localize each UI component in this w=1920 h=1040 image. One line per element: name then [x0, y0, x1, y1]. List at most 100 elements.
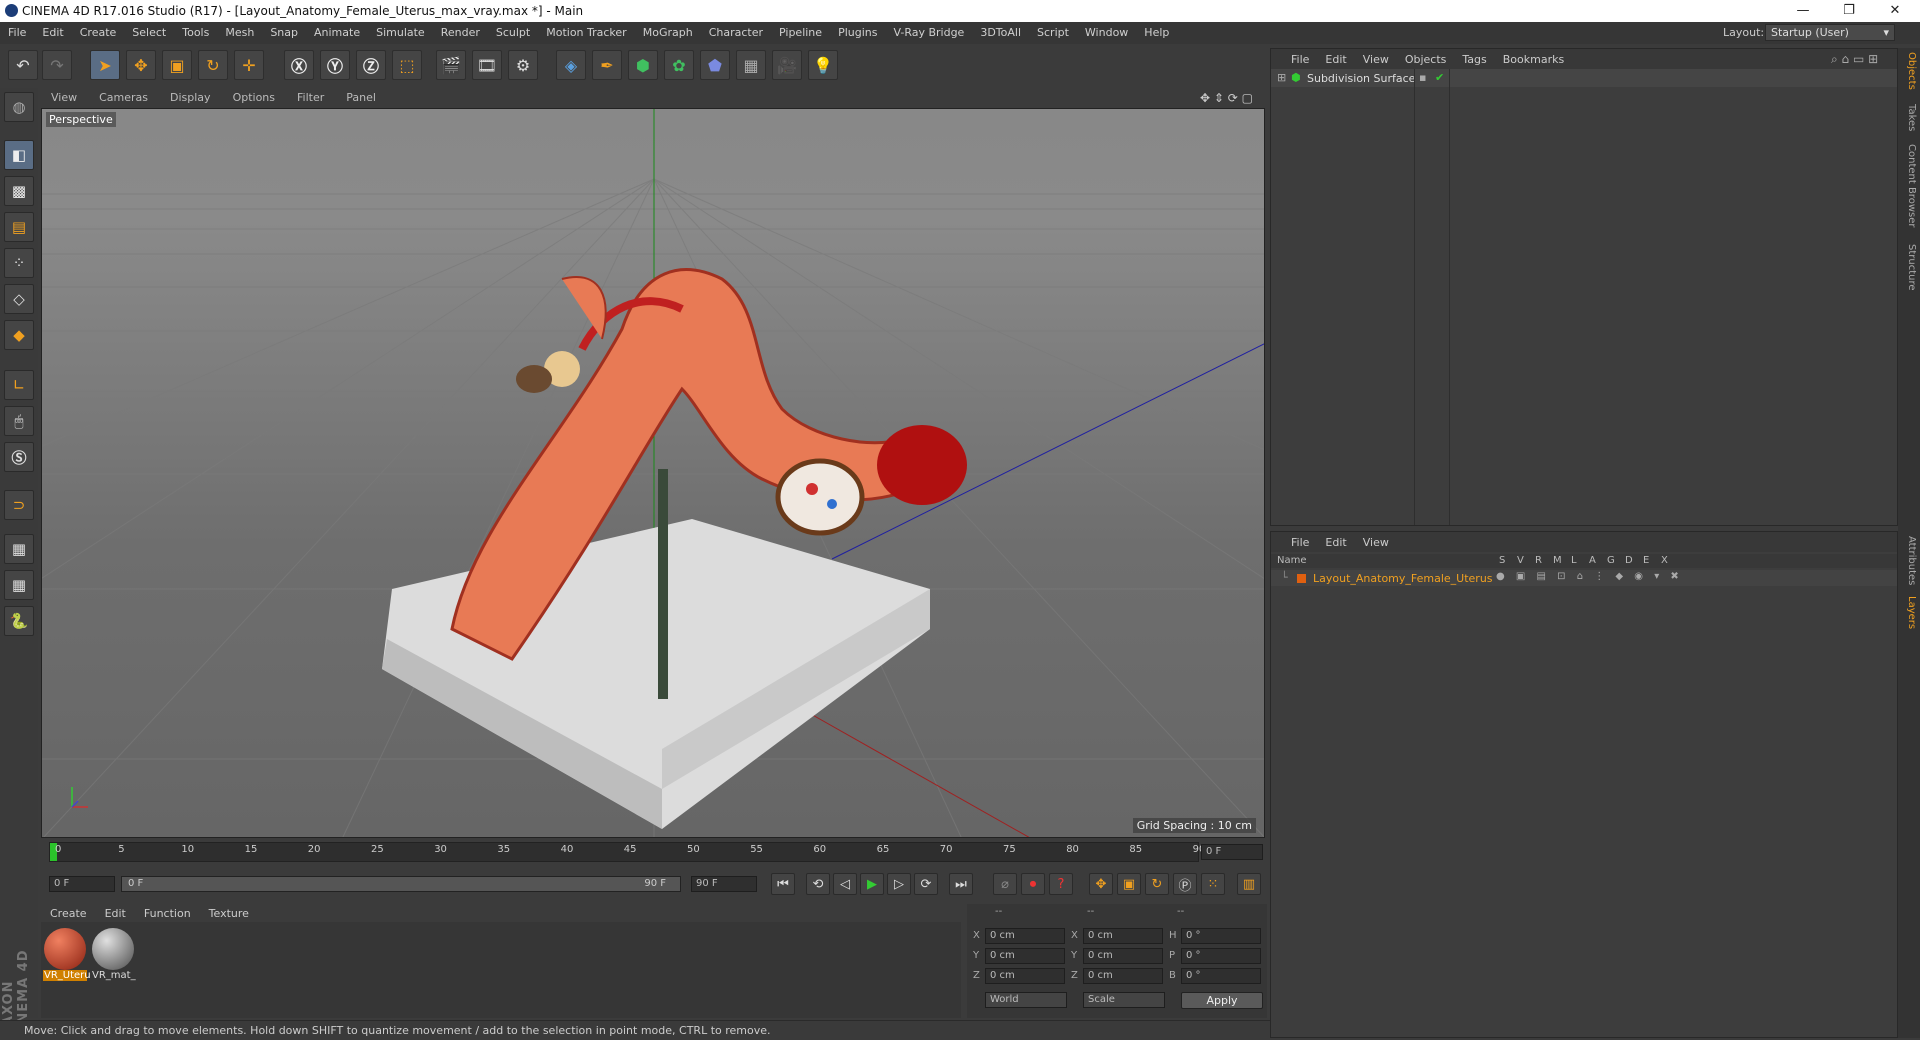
coordinate-space-select[interactable]: World — [985, 992, 1067, 1008]
rotation-p-field[interactable]: 0 ° — [1181, 948, 1261, 964]
layer-flag-header[interactable]: R — [1535, 555, 1542, 566]
apply-button[interactable]: Apply — [1181, 992, 1263, 1009]
rotate-tool-button[interactable]: ↻ — [198, 50, 228, 80]
live-selection-button[interactable]: ✛ — [234, 50, 264, 80]
menu-animate[interactable]: Animate — [306, 22, 368, 44]
undo-button[interactable]: ↶ — [8, 50, 38, 80]
key-parameter-button[interactable]: Ⓟ — [1173, 873, 1197, 895]
menu-script[interactable]: Script — [1029, 22, 1077, 44]
scale-tool-button[interactable]: ▣ — [162, 50, 192, 80]
autokey-button[interactable]: ? — [1049, 873, 1073, 895]
previous-key-button[interactable]: ⟲ — [806, 873, 830, 895]
menu-select[interactable]: Select — [124, 22, 174, 44]
lock-workplane-button[interactable]: ▦ — [4, 534, 34, 564]
rotation-b-field[interactable]: 0 ° — [1181, 968, 1261, 984]
y-axis-lock-button[interactable]: Ⓨ — [320, 50, 350, 80]
viewport-nav-icons[interactable]: ✥ ⇕ ⟳ ▢ — [1200, 91, 1253, 105]
record-button[interactable]: ⏺ — [1021, 873, 1045, 895]
viewport-menu-cameras[interactable]: Cameras — [88, 88, 159, 104]
menu-plugins[interactable]: Plugins — [830, 22, 885, 44]
menu-3dtoall[interactable]: 3DToAll — [972, 22, 1029, 44]
size-x-field[interactable]: 0 cm — [1083, 928, 1163, 944]
magnet-button[interactable]: ⊃ — [4, 490, 34, 520]
workplane-mode-button[interactable]: ▤ — [4, 212, 34, 242]
redo-button[interactable]: ↷ — [42, 50, 72, 80]
layer-color-swatch[interactable] — [1297, 574, 1306, 583]
object-enabled-check-icon[interactable]: ✔ — [1435, 71, 1444, 84]
current-frame-field[interactable]: 0 F — [1201, 844, 1263, 860]
objects-menu-edit[interactable]: Edit — [1317, 49, 1354, 66]
menu-file[interactable]: File — [0, 22, 34, 44]
layer-flag-header[interactable]: S — [1499, 555, 1505, 566]
polygons-mode-button[interactable]: ◆ — [4, 320, 34, 350]
expand-icon[interactable]: ⊞ — [1277, 71, 1286, 84]
tab-attributes[interactable]: Attributes — [1901, 536, 1917, 585]
layers-menu-file[interactable]: File — [1271, 532, 1317, 549]
material-uterus[interactable]: VR_Uteru — [43, 928, 91, 984]
close-button[interactable]: ✕ — [1872, 0, 1918, 22]
material-menu-create[interactable]: Create — [41, 904, 96, 920]
layers-menu-edit[interactable]: Edit — [1317, 532, 1354, 549]
x-axis-lock-button[interactable]: Ⓧ — [284, 50, 314, 80]
objects-menu-file[interactable]: File — [1271, 49, 1317, 66]
key-pla-button[interactable]: ⁙ — [1201, 873, 1225, 895]
scale-mode-select[interactable]: Scale — [1083, 992, 1165, 1008]
go-to-start-button[interactable]: ⏮ — [771, 873, 795, 895]
layer-flag-header[interactable]: M — [1553, 555, 1562, 566]
menu-vray-bridge[interactable]: V-Ray Bridge — [885, 22, 972, 44]
axis-mode-button[interactable]: ∟ — [4, 370, 34, 400]
object-row-subdivision-surface[interactable]: ⊞ ⬢ Subdivision Surface ▪ ✔ — [1271, 69, 1897, 87]
menu-snap[interactable]: Snap — [262, 22, 306, 44]
layer-flag-toggles[interactable]: ● ▣ ▤ ⊡ ⌂ ⋮ ◆ ◉ ▾ ✖ — [1496, 571, 1683, 582]
menu-window[interactable]: Window — [1077, 22, 1136, 44]
layout-select[interactable]: Startup (User) ▾ — [1765, 24, 1895, 41]
position-y-field[interactable]: 0 cm — [985, 948, 1065, 964]
objects-menu-view[interactable]: View — [1355, 49, 1397, 66]
menu-character[interactable]: Character — [701, 22, 771, 44]
layer-flag-header[interactable]: L — [1571, 555, 1577, 566]
timeline-window-button[interactable]: ▥ — [1237, 873, 1261, 895]
layer-flag-header[interactable]: X — [1661, 555, 1668, 566]
tweak-mode-button[interactable]: 🖱 — [4, 406, 34, 436]
layer-flag-header[interactable]: A — [1589, 555, 1596, 566]
key-scale-button[interactable]: ▣ — [1117, 873, 1141, 895]
planar-workplane-button[interactable]: ▦ — [4, 570, 34, 600]
deformer-button[interactable]: ⬟ — [700, 50, 730, 80]
menu-sculpt[interactable]: Sculpt — [488, 22, 538, 44]
end-frame-field[interactable]: 90 F — [691, 876, 757, 892]
viewport-menu-filter[interactable]: Filter — [286, 88, 335, 104]
move-tool-button[interactable]: ✥ — [126, 50, 156, 80]
position-z-field[interactable]: 0 cm — [985, 968, 1065, 984]
layer-row[interactable]: └ Layout_Anatomy_Female_Uterus ● ▣ ▤ ⊡ ⌂… — [1271, 570, 1897, 586]
menu-tools[interactable]: Tools — [174, 22, 217, 44]
edges-mode-button[interactable]: ◇ — [4, 284, 34, 314]
previous-frame-button[interactable]: ◁ — [833, 873, 857, 895]
menu-render[interactable]: Render — [433, 22, 488, 44]
minimize-button[interactable]: — — [1780, 0, 1826, 22]
menu-simulate[interactable]: Simulate — [368, 22, 433, 44]
size-z-field[interactable]: 0 cm — [1083, 968, 1163, 984]
menu-motion-tracker[interactable]: Motion Tracker — [538, 22, 634, 44]
pen-spline-button[interactable]: ✒ — [592, 50, 622, 80]
start-frame-field[interactable]: 0 F — [49, 876, 115, 892]
light-button[interactable]: 💡 — [808, 50, 838, 80]
viewport-menu-display[interactable]: Display — [159, 88, 222, 104]
texture-mode-button[interactable]: ▩ — [4, 176, 34, 206]
objects-menu-tags[interactable]: Tags — [1454, 49, 1494, 66]
snap-button[interactable]: Ⓢ — [4, 442, 34, 472]
rotation-h-field[interactable]: 0 ° — [1181, 928, 1261, 944]
tab-content-browser[interactable]: Content Browser — [1901, 144, 1917, 227]
restore-button[interactable]: ❐ — [1826, 0, 1872, 22]
menu-mesh[interactable]: Mesh — [217, 22, 262, 44]
render-settings-button[interactable]: ⚙ — [508, 50, 538, 80]
timeline-ruler[interactable]: 0 5 10 15 20 25 30 35 40 45 50 55 60 65 70 75 80 85 90 0 F — [41, 840, 1265, 868]
menu-edit[interactable]: Edit — [34, 22, 71, 44]
key-rotation-button[interactable]: ↻ — [1145, 873, 1169, 895]
menu-pipeline[interactable]: Pipeline — [771, 22, 830, 44]
material-menu-function[interactable]: Function — [135, 904, 200, 920]
objects-menu-objects[interactable]: Objects — [1397, 49, 1455, 66]
viewport-menu-panel[interactable]: Panel — [335, 88, 387, 104]
viewport-menu-view[interactable]: View — [40, 88, 88, 104]
array-button[interactable]: ✿ — [664, 50, 694, 80]
position-x-field[interactable]: 0 cm — [985, 928, 1065, 944]
